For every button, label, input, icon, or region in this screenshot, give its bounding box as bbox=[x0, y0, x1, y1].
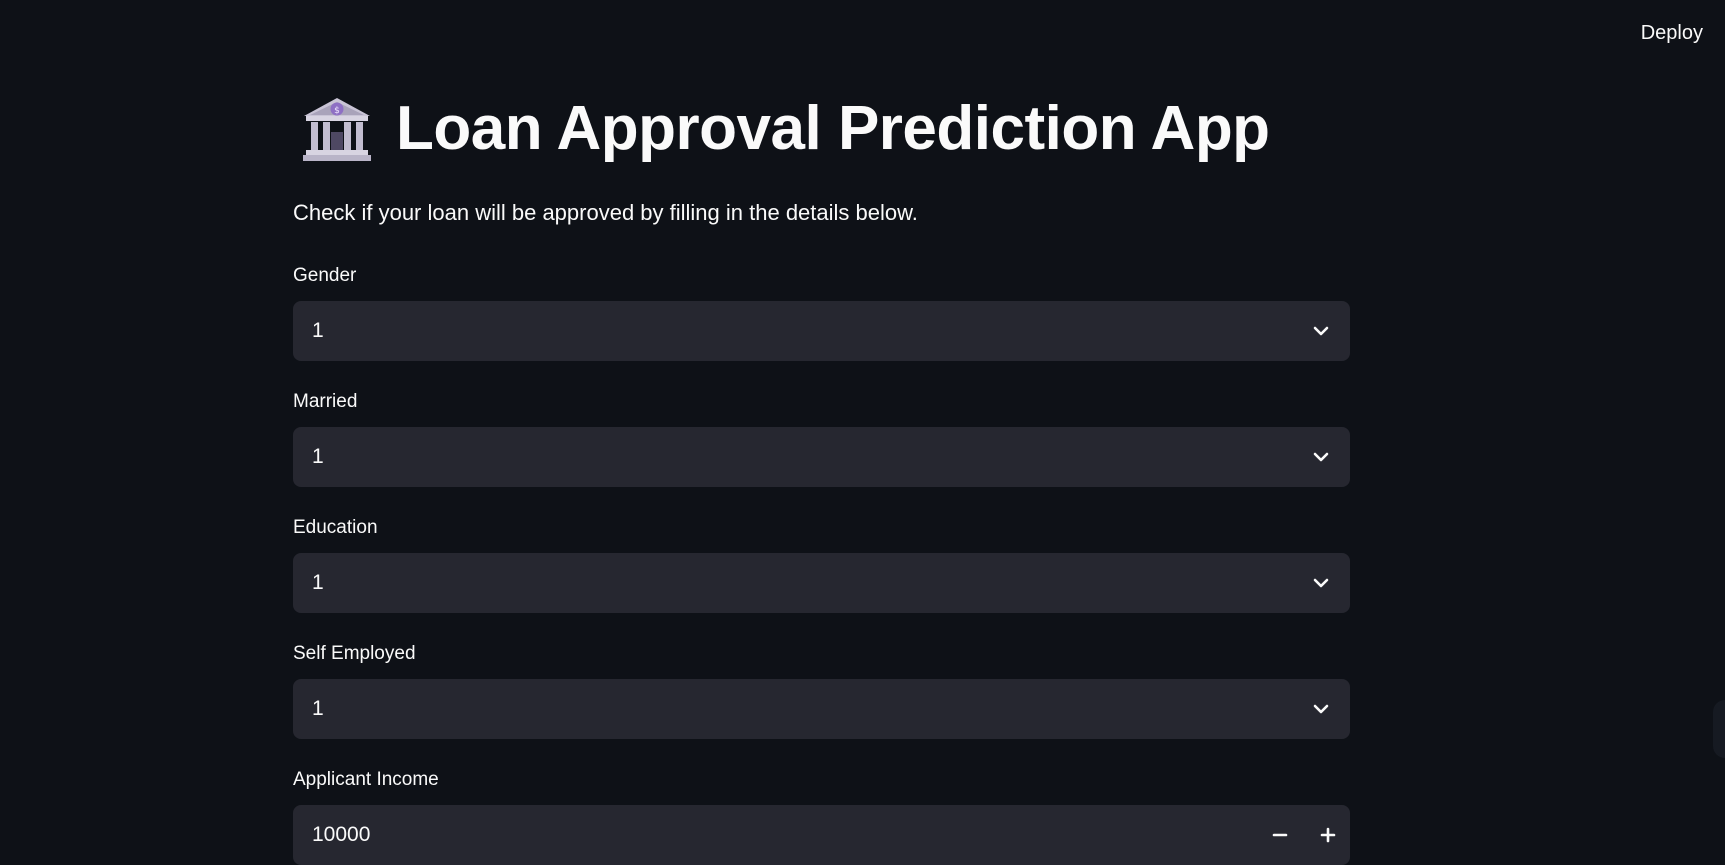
chevron-down-icon bbox=[1310, 698, 1332, 720]
gender-select[interactable]: 1 bbox=[293, 301, 1350, 361]
plus-icon bbox=[1320, 827, 1336, 843]
self-employed-select[interactable]: 1 bbox=[293, 679, 1350, 739]
page-title: Loan Approval Prediction App bbox=[396, 94, 1270, 163]
gender-label: Gender bbox=[293, 265, 357, 286]
applicant-income-input[interactable]: 10000 bbox=[293, 805, 1350, 865]
married-select-value: 1 bbox=[312, 445, 324, 468]
applicant-income-label: Applicant Income bbox=[293, 769, 439, 790]
page-subtitle: Check if your loan will be approved by f… bbox=[293, 200, 918, 225]
education-select[interactable]: 1 bbox=[293, 553, 1350, 613]
gender-select-value: 1 bbox=[312, 319, 324, 342]
deploy-button[interactable]: Deploy bbox=[1641, 22, 1703, 45]
scroll-handle[interactable] bbox=[1713, 700, 1725, 758]
married-select[interactable]: 1 bbox=[293, 427, 1350, 487]
education-select-value: 1 bbox=[312, 571, 324, 594]
minus-icon bbox=[1272, 833, 1288, 837]
chevron-down-icon bbox=[1310, 572, 1332, 594]
increment-button[interactable] bbox=[1306, 805, 1350, 865]
self-employed-label: Self Employed bbox=[293, 643, 416, 664]
married-label: Married bbox=[293, 391, 358, 412]
svg-text:$: $ bbox=[334, 106, 340, 116]
bank-icon: $ bbox=[302, 96, 372, 162]
education-label: Education bbox=[293, 517, 378, 538]
chevron-down-icon bbox=[1310, 320, 1332, 342]
title-row: $ Loan Approval Prediction App bbox=[302, 96, 1270, 162]
decrement-button[interactable] bbox=[1258, 805, 1302, 865]
self-employed-select-value: 1 bbox=[312, 697, 324, 720]
chevron-down-icon bbox=[1310, 446, 1332, 468]
applicant-income-value[interactable]: 10000 bbox=[312, 823, 370, 847]
